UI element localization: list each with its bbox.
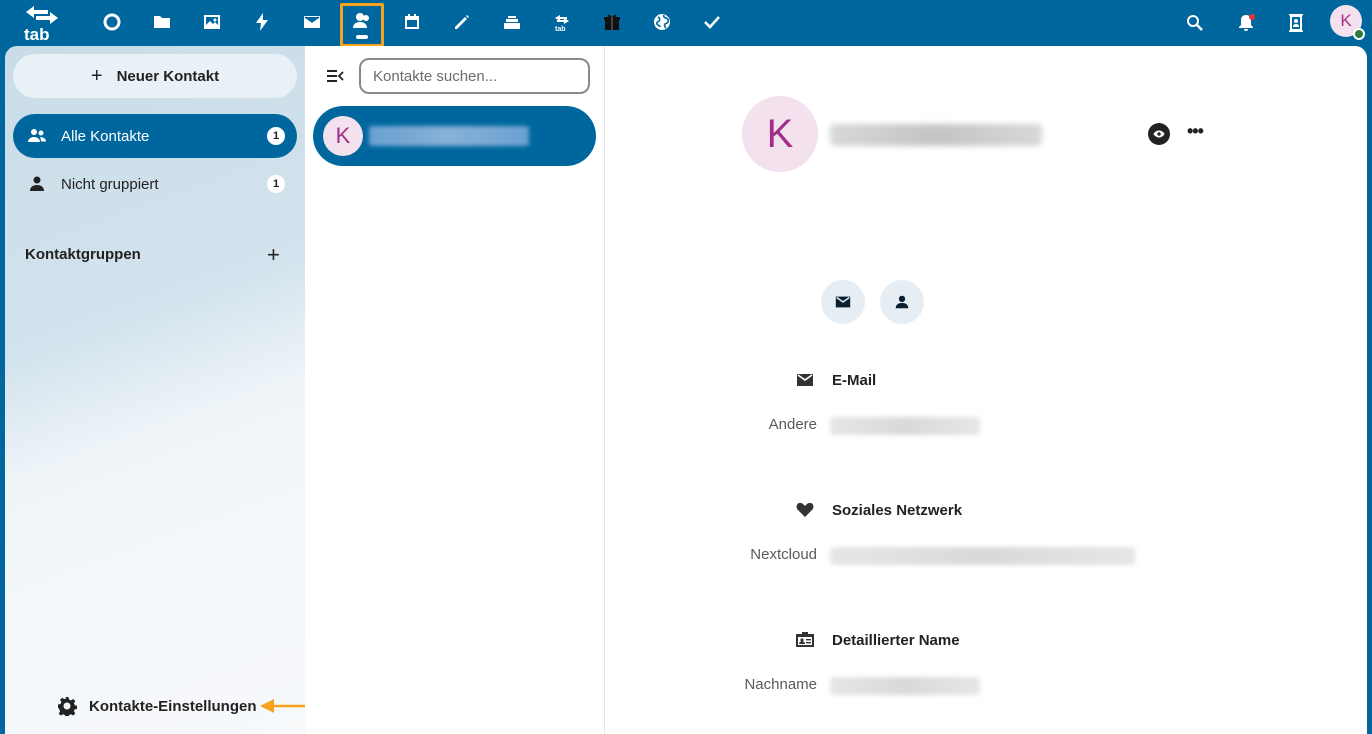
contact-groups-heading: Kontaktgruppen [25, 246, 141, 263]
section-title: Detaillierter Name [832, 631, 960, 649]
globe-app-icon[interactable] [642, 4, 682, 40]
person-icon [30, 176, 44, 191]
top-bar: tab tab K [0, 0, 1372, 47]
mail-app-icon[interactable] [292, 4, 332, 40]
tab-logo[interactable]: tab [18, 2, 64, 44]
dashboard-app-icon[interactable] [92, 4, 132, 40]
person-icon [895, 295, 909, 309]
redacted-contact-name [369, 126, 529, 146]
people-icon [28, 129, 46, 142]
notifications-bell-icon[interactable] [1231, 8, 1261, 38]
search-contacts-input[interactable] [359, 58, 590, 94]
add-group-plus-icon[interactable]: + [267, 242, 280, 268]
gift-app-icon[interactable] [592, 4, 632, 40]
send-email-button[interactable] [821, 280, 865, 324]
tab-transfer-app-icon[interactable]: tab [542, 4, 582, 40]
deck-app-icon[interactable] [492, 4, 532, 40]
list-item[interactable]: K [313, 106, 596, 166]
redacted-display-name [830, 124, 1042, 146]
svg-text:tab: tab [24, 25, 50, 42]
sidebar-item-all-contacts[interactable]: Alle Kontakte 1 [13, 114, 297, 158]
contacts-settings-button[interactable]: Kontakte-Einstellungen [15, 684, 295, 728]
social-type-label: Nextcloud [750, 546, 817, 563]
files-app-icon[interactable] [142, 4, 182, 40]
contacts-menu-icon[interactable] [1281, 8, 1311, 38]
redacted-last-name-value[interactable] [830, 677, 980, 695]
logo-arrows-icon: tab [24, 6, 58, 44]
eye-icon[interactable] [1148, 123, 1170, 145]
count-badge: 1 [267, 127, 285, 145]
redacted-social-value[interactable] [830, 547, 1135, 565]
notification-dot [1249, 14, 1255, 20]
id-card-icon [796, 632, 814, 647]
detailed-name-section-heading: Detaillierter Name [795, 630, 960, 650]
tasks-app-icon[interactable] [692, 4, 732, 40]
mail-icon [835, 296, 851, 308]
social-network-section-heading: Soziales Netzwerk [795, 500, 962, 520]
view-profile-button[interactable] [880, 280, 924, 324]
mail-icon [797, 374, 813, 386]
active-indicator [356, 35, 368, 39]
redacted-email-value[interactable] [830, 417, 980, 435]
toggle-navigation-icon[interactable] [325, 66, 345, 86]
svg-text:tab: tab [555, 26, 566, 32]
contact-details: K ••• E-Mail Andere Soziales Netzwerk Ne… [605, 46, 1367, 734]
sidebar-item-label: Nicht gruppiert [61, 175, 159, 193]
contacts-app-icon[interactable] [340, 3, 384, 47]
app-navigation: + Neuer Kontakt Alle Kontakte 1 Nicht gr… [5, 46, 305, 734]
notes-app-icon[interactable] [442, 4, 482, 40]
contact-avatar: K [323, 116, 363, 156]
new-contact-label: Neuer Kontakt [116, 67, 220, 85]
more-actions-icon[interactable]: ••• [1187, 122, 1209, 146]
plus-icon: + [90, 64, 103, 87]
user-avatar[interactable]: K [1330, 5, 1365, 40]
section-title: E-Mail [832, 371, 877, 389]
contact-avatar-large[interactable]: K [742, 96, 818, 172]
calendar-app-icon[interactable] [392, 4, 432, 40]
new-contact-button[interactable]: + Neuer Kontakt [13, 54, 297, 98]
search-icon[interactable] [1180, 8, 1210, 38]
sidebar-item-ungrouped[interactable]: Nicht gruppiert 1 [13, 162, 297, 206]
email-section-heading: E-Mail [795, 370, 876, 390]
photos-app-icon[interactable] [192, 4, 232, 40]
heart-icon [796, 502, 814, 517]
last-name-label: Nachname [744, 676, 817, 693]
activity-app-icon[interactable] [242, 4, 282, 40]
section-title: Soziales Netzwerk [832, 501, 963, 519]
sidebar-item-label: Alle Kontakte [61, 127, 150, 145]
online-status-indicator [1353, 28, 1365, 40]
gear-icon [58, 697, 77, 716]
count-badge: 1 [267, 175, 285, 193]
settings-label: Kontakte-Einstellungen [89, 697, 257, 715]
user-initial: K [1340, 11, 1352, 30]
contacts-list: K [305, 46, 605, 734]
email-type-label: Andere [768, 416, 817, 433]
